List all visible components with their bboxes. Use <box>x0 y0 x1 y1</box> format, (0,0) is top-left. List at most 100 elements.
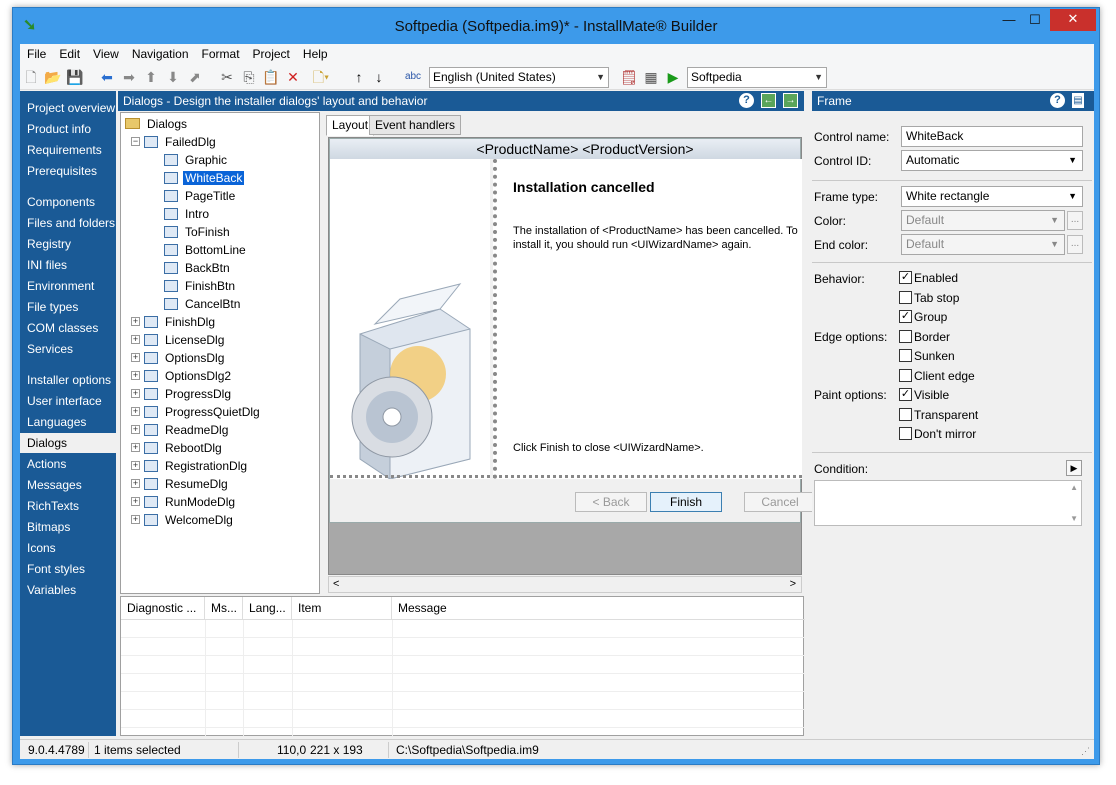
menu-project[interactable]: Project <box>246 44 296 61</box>
pin-icon[interactable]: ▤ <box>1072 93 1084 108</box>
sidebar-item-user-interface[interactable]: User interface <box>20 391 116 411</box>
sidebar-item-environment[interactable]: Environment <box>20 276 116 296</box>
tree-node-dialog[interactable]: ProgressQuietDlg <box>144 403 262 421</box>
tab-layout[interactable]: Layout <box>326 115 375 136</box>
expand-icon[interactable]: + <box>131 335 140 344</box>
sidebar-item-registry[interactable]: Registry <box>20 234 116 254</box>
tree-node-dialog[interactable]: LicenseDlg <box>144 331 226 349</box>
expand-icon[interactable]: + <box>131 479 140 488</box>
sidebar-item-com-classes[interactable]: COM classes <box>20 318 116 338</box>
column-item[interactable]: Item <box>292 597 392 619</box>
maximize-button[interactable]: ☐ <box>1022 10 1048 30</box>
color-select[interactable]: Default ▼ <box>901 210 1065 231</box>
menu-file[interactable]: File <box>20 44 52 61</box>
sidebar-item-font-styles[interactable]: Font styles <box>20 559 116 579</box>
scroll-right-icon[interactable]: > <box>790 577 796 592</box>
sidebar-item-messages[interactable]: Messages <box>20 475 116 495</box>
expand-icon[interactable]: + <box>131 371 140 380</box>
minimize-button[interactable]: — <box>996 10 1022 30</box>
expand-icon[interactable]: + <box>131 353 140 362</box>
project-select[interactable]: Softpedia ▼ <box>687 67 827 88</box>
menu-edit[interactable]: Edit <box>52 44 86 61</box>
menu-navigation[interactable]: Navigation <box>125 44 195 61</box>
sidebar-item-bitmaps[interactable]: Bitmaps <box>20 517 116 537</box>
sidebar-item-prerequisites[interactable]: Prerequisites <box>20 161 116 181</box>
delete-icon[interactable]: ✕ <box>284 68 302 86</box>
forward-arrow-icon[interactable]: ➡ <box>120 68 138 86</box>
sidebar-item-requirements[interactable]: Requirements <box>20 140 116 160</box>
resize-grip-icon[interactable]: ⋰ <box>1081 746 1090 757</box>
horizontal-scrollbar[interactable]: < > <box>328 576 802 593</box>
sidebar-item-ini-files[interactable]: INI files <box>20 255 116 275</box>
tree-node-dialog[interactable]: ResumeDlg <box>144 475 230 493</box>
scroll-down-icon[interactable]: ▼ <box>1070 514 1078 523</box>
tree-node-graphic[interactable]: Graphic <box>164 151 229 169</box>
menu-format[interactable]: Format <box>195 44 246 61</box>
language-select[interactable]: English (United States) ▼ <box>429 67 609 88</box>
expand-icon[interactable]: + <box>131 407 140 416</box>
open-folder-icon[interactable]: 📂 <box>44 68 62 86</box>
sidebar-item-product-info[interactable]: Product info <box>20 119 116 139</box>
whiteback-frame[interactable]: Installation cancelled The installation … <box>493 159 802 479</box>
sidebar-item-installer-options[interactable]: Installer options <box>20 370 116 390</box>
transparent-checkbox[interactable] <box>899 408 912 421</box>
new-item-icon[interactable]: 🗋▾ <box>312 68 330 86</box>
column-diagnostic[interactable]: Diagnostic ... <box>121 597 205 619</box>
sidebar-item-actions[interactable]: Actions <box>20 454 116 474</box>
tree-node-intro[interactable]: Intro <box>164 205 211 223</box>
down-arrow-icon[interactable]: ⬇ <box>164 68 182 86</box>
new-file-icon[interactable]: 🗋 <box>22 68 40 86</box>
sidebar-item-variables[interactable]: Variables <box>20 580 116 600</box>
group-checkbox[interactable]: ✓ <box>899 310 912 323</box>
tab-stop-checkbox[interactable] <box>899 291 912 304</box>
move-up-icon[interactable]: ↑ <box>350 68 368 86</box>
column-ms[interactable]: Ms... <box>205 597 243 619</box>
scroll-up-icon[interactable]: ▲ <box>1070 483 1078 492</box>
copy-icon[interactable]: ⎘ <box>240 68 258 86</box>
tree-node-dialog[interactable]: FinishDlg <box>144 313 217 331</box>
build-settings-icon[interactable]: 🗒 <box>620 68 638 86</box>
run-icon[interactable]: ▶ <box>664 68 682 86</box>
tree-node-pagetitle[interactable]: PageTitle <box>164 187 237 205</box>
tree-node-finishbtn[interactable]: FinishBtn <box>164 277 237 295</box>
end-color-more-button[interactable]: ... <box>1067 235 1083 254</box>
tree-node-dialog[interactable]: RunModeDlg <box>144 493 237 511</box>
tree-node-backbtn[interactable]: BackBtn <box>164 259 232 277</box>
tree-node-dialog[interactable]: WelcomeDlg <box>144 511 235 529</box>
tree-node-dialog[interactable]: OptionsDlg2 <box>144 367 233 385</box>
condition-field[interactable]: ▲ ▼ <box>814 480 1082 526</box>
collapse-icon[interactable]: − <box>131 137 140 146</box>
graphic-area[interactable] <box>330 159 490 480</box>
sidebar-item-components[interactable]: Components <box>20 192 116 212</box>
column-message[interactable]: Message <box>392 597 805 619</box>
nav-back-icon[interactable]: ← <box>761 93 776 108</box>
scroll-left-icon[interactable]: < <box>333 577 339 592</box>
expand-icon[interactable]: + <box>131 443 140 452</box>
tree-node-tofinish[interactable]: ToFinish <box>164 223 232 241</box>
tab-event-handlers[interactable]: Event handlers <box>369 115 462 135</box>
tree-node-whiteback[interactable]: WhiteBack <box>164 169 245 187</box>
sidebar-item-richtexts[interactable]: RichTexts <box>20 496 116 516</box>
tree-node-dialog[interactable]: ReadmeDlg <box>144 421 230 439</box>
tree-node-dialog[interactable]: RebootDlg <box>144 439 224 457</box>
tree-node-dialog[interactable]: ProgressDlg <box>144 385 233 403</box>
help-icon[interactable]: ? <box>739 93 754 108</box>
sidebar-item-dialogs[interactable]: Dialogs <box>20 433 116 453</box>
end-color-select[interactable]: Default ▼ <box>901 234 1065 255</box>
dont-mirror-checkbox[interactable] <box>899 427 912 440</box>
sidebar-item-project-overview[interactable]: Project overview <box>20 98 116 118</box>
color-more-button[interactable]: ... <box>1067 211 1083 230</box>
tree-node-dialog[interactable]: RegistrationDlg <box>144 457 249 475</box>
menu-help[interactable]: Help <box>296 44 334 61</box>
back-button[interactable]: < Back <box>575 492 647 512</box>
sidebar-item-icons[interactable]: Icons <box>20 538 116 558</box>
control-name-field[interactable]: WhiteBack <box>901 126 1083 147</box>
tree-node-bottomline[interactable]: BottomLine <box>164 241 248 259</box>
condition-expand-icon[interactable]: ▶ <box>1066 460 1082 476</box>
finish-button[interactable]: Finish <box>650 492 722 512</box>
up-arrow-icon[interactable]: ⬆ <box>142 68 160 86</box>
column-lang[interactable]: Lang... <box>243 597 292 619</box>
expand-icon[interactable]: + <box>131 425 140 434</box>
sidebar-item-languages[interactable]: Languages <box>20 412 116 432</box>
cancel-button[interactable]: Cancel <box>744 492 816 512</box>
